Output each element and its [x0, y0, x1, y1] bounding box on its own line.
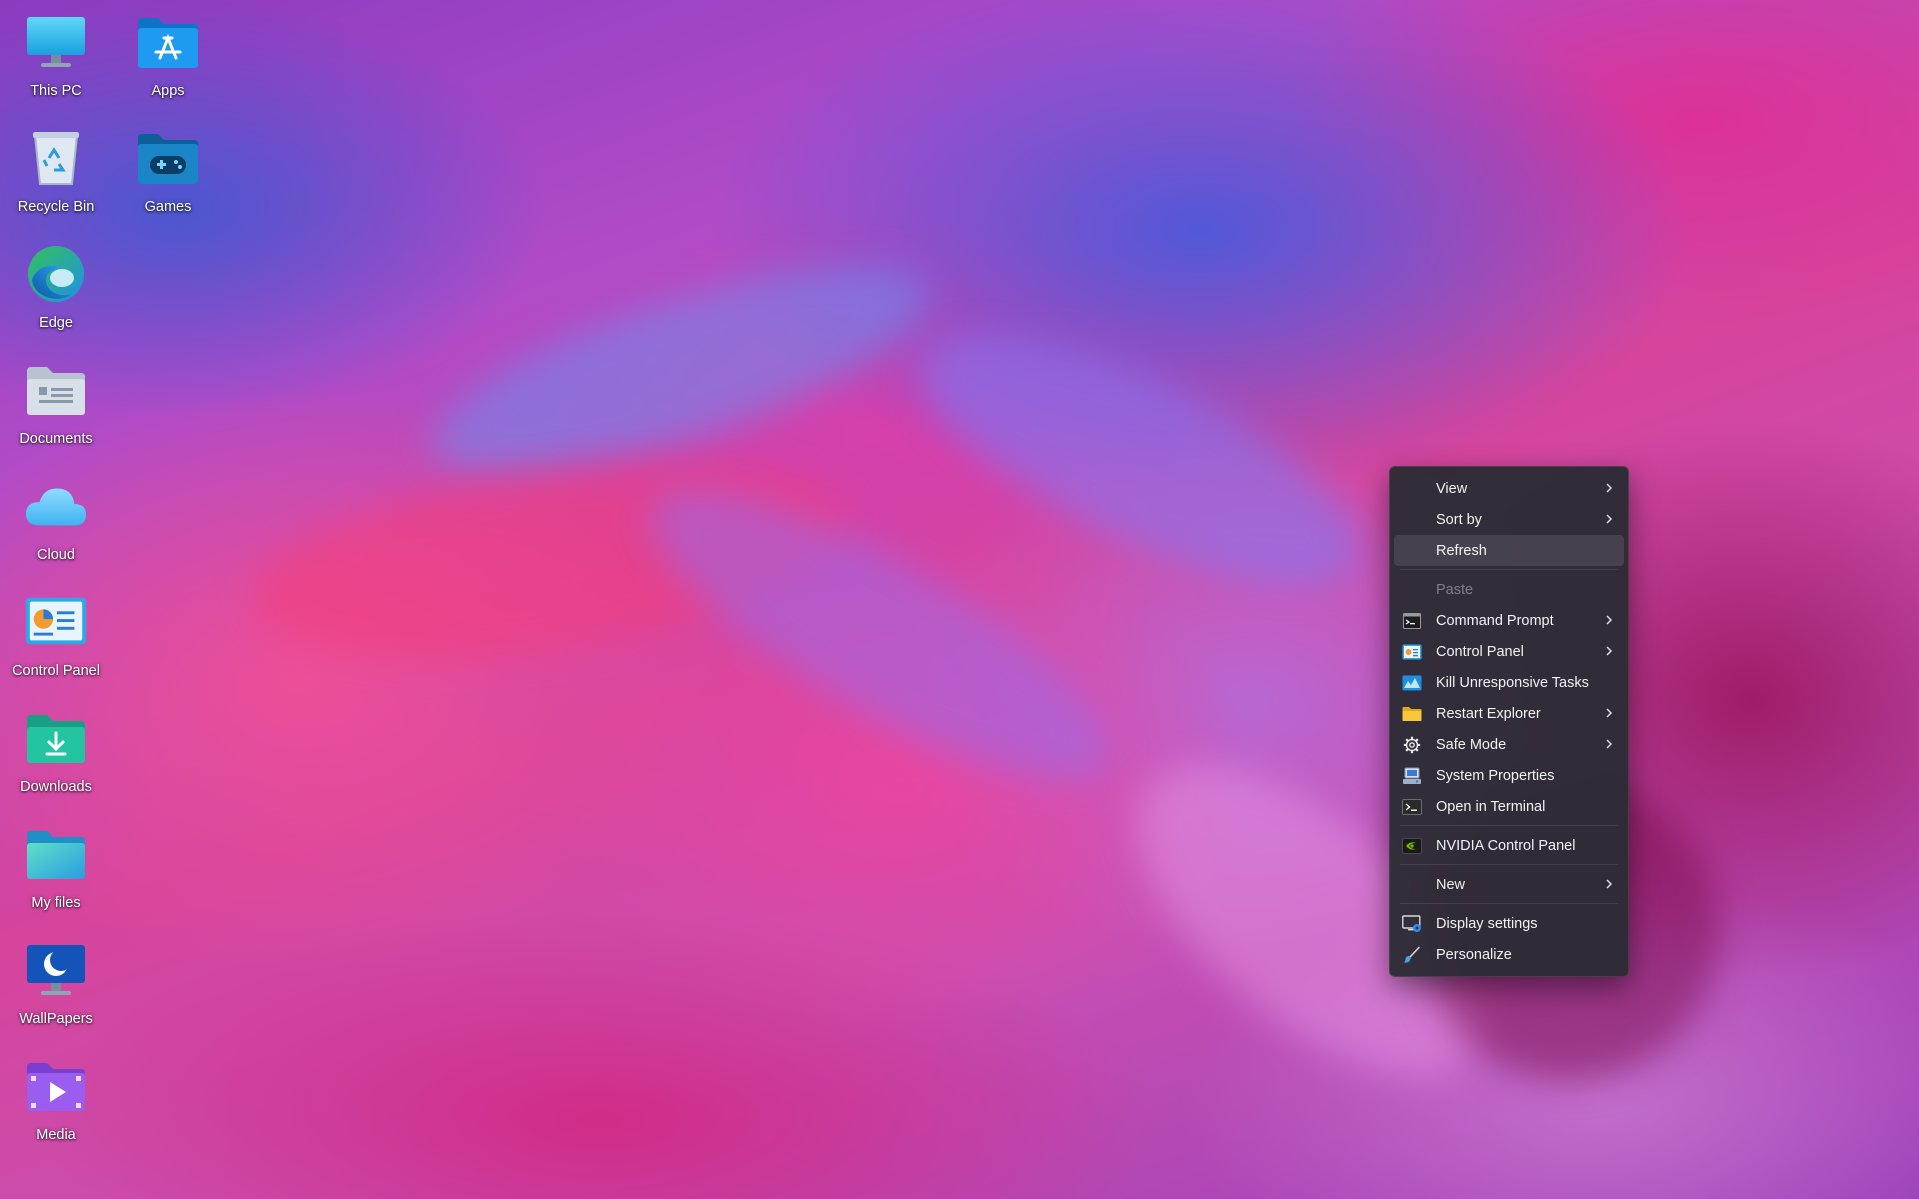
media-folder-icon — [24, 1054, 88, 1118]
wallpaper-streak — [617, 440, 1143, 830]
app-store-folder-icon — [136, 10, 200, 74]
desktop-icon-wallpapers[interactable]: WallPapers — [4, 928, 108, 1036]
menu-item-nvidia-control-panel[interactable]: NVIDIA Control Panel — [1394, 830, 1624, 861]
terminal-icon — [1402, 797, 1422, 817]
cloud-icon — [24, 474, 88, 538]
desktop-icon-edge[interactable]: Edge — [4, 232, 108, 340]
menu-item-view[interactable]: View — [1394, 473, 1624, 504]
menu-item-restart-explorer[interactable]: Restart Explorer — [1394, 698, 1624, 729]
wallpaper-streak — [240, 429, 860, 691]
chevron-right-icon — [1606, 483, 1613, 493]
desktop-icon-media[interactable]: Media — [4, 1044, 108, 1152]
command-prompt-icon — [1402, 611, 1422, 631]
chevron-right-icon — [1606, 615, 1613, 625]
control-panel-icon — [24, 590, 88, 654]
desktop[interactable]: This PC Recycle Bin Edge Documents Cloud… — [0, 0, 1919, 1199]
menu-separator — [1400, 569, 1618, 570]
desktop-icon-label: Control Panel — [12, 663, 100, 679]
desktop-icon-recycle-bin[interactable]: Recycle Bin — [4, 116, 108, 224]
menu-item-kill-unresponsive-tasks[interactable]: Kill Unresponsive Tasks — [1394, 667, 1624, 698]
desktop-icon-control-panel[interactable]: Control Panel — [4, 580, 108, 688]
wallpapers-monitor-icon — [24, 938, 88, 1002]
edge-browser-icon — [24, 242, 88, 306]
desktop-icon-downloads[interactable]: Downloads — [4, 696, 108, 804]
menu-item-open-in-terminal[interactable]: Open in Terminal — [1394, 791, 1624, 822]
brush-icon — [1402, 945, 1422, 965]
desktop-icon-label: Edge — [39, 315, 73, 331]
menu-item-personalize[interactable]: Personalize — [1394, 939, 1624, 970]
monitor-icon — [24, 10, 88, 74]
desktop-icon-label: My files — [31, 895, 81, 911]
desktop-icon-games[interactable]: Games — [116, 116, 220, 224]
desktop-icon-label: Downloads — [20, 779, 92, 795]
menu-separator — [1400, 864, 1618, 865]
menu-item-label: Open in Terminal — [1436, 798, 1546, 815]
menu-item-label: Sort by — [1436, 511, 1482, 528]
menu-item-label: Display settings — [1436, 915, 1538, 932]
menu-item-label: View — [1436, 480, 1468, 497]
desktop-icon-label: Cloud — [37, 547, 75, 563]
desktop-icon-apps[interactable]: Apps — [116, 0, 220, 108]
menu-item-safe-mode[interactable]: Safe Mode — [1394, 729, 1624, 760]
chevron-right-icon — [1606, 879, 1613, 889]
menu-item-label: New — [1436, 876, 1466, 893]
desktop-icon-label: Apps — [151, 83, 185, 99]
desktop-icon-label: Media — [36, 1127, 76, 1143]
desktop-icon-my-files[interactable]: My files — [4, 812, 108, 920]
control-panel-icon — [1402, 642, 1422, 662]
desktop-icon-label: This PC — [30, 83, 82, 99]
desktop-icon-label: Games — [144, 199, 192, 215]
menu-item-label: Command Prompt — [1436, 612, 1554, 629]
desktop-context-menu: View Sort by Refresh Paste Command Promp… — [1389, 466, 1629, 977]
menu-item-new[interactable]: New — [1394, 869, 1624, 900]
games-folder-icon — [136, 126, 200, 190]
desktop-icon-label: Recycle Bin — [17, 199, 95, 215]
chevron-right-icon — [1606, 646, 1613, 656]
menu-item-system-properties[interactable]: System Properties — [1394, 760, 1624, 791]
menu-item-label: Refresh — [1436, 542, 1487, 559]
menu-item-label: Restart Explorer — [1436, 705, 1541, 722]
wallpaper-streak — [888, 286, 1392, 634]
menu-item-control-panel[interactable]: Control Panel — [1394, 636, 1624, 667]
gear-icon — [1402, 735, 1422, 755]
folder-icon — [1402, 704, 1422, 724]
nvidia-icon — [1402, 836, 1422, 856]
menu-item-label: Kill Unresponsive Tasks — [1436, 674, 1589, 691]
desktop-icon-documents[interactable]: Documents — [4, 348, 108, 456]
display-settings-icon — [1402, 914, 1422, 934]
folder-icon — [24, 822, 88, 886]
menu-separator — [1400, 903, 1618, 904]
menu-item-label: Personalize — [1436, 946, 1512, 963]
downloads-folder-icon — [24, 706, 88, 770]
menu-item-refresh[interactable]: Refresh — [1394, 535, 1624, 566]
desktop-icon-label: WallPapers — [19, 1011, 93, 1027]
menu-item-sort-by[interactable]: Sort by — [1394, 504, 1624, 535]
task-monitor-icon — [1402, 673, 1422, 693]
menu-item-label: Safe Mode — [1436, 736, 1507, 753]
wallpaper-streak — [411, 223, 949, 517]
desktop-icon-cloud[interactable]: Cloud — [4, 464, 108, 572]
system-properties-icon — [1402, 766, 1422, 786]
desktop-icon-this-pc[interactable]: This PC — [4, 0, 108, 108]
chevron-right-icon — [1606, 708, 1613, 718]
chevron-right-icon — [1606, 739, 1613, 749]
menu-item-display-settings[interactable]: Display settings — [1394, 908, 1624, 939]
desktop-icon-label: Documents — [19, 431, 93, 447]
chevron-right-icon — [1606, 514, 1613, 524]
documents-folder-icon — [24, 358, 88, 422]
menu-item-label: Paste — [1436, 581, 1474, 598]
menu-item-label: NVIDIA Control Panel — [1436, 837, 1576, 854]
menu-item-command-prompt[interactable]: Command Prompt — [1394, 605, 1624, 636]
menu-item-paste[interactable]: Paste — [1394, 574, 1624, 605]
recycle-bin-icon — [24, 126, 88, 190]
menu-item-label: Control Panel — [1436, 643, 1524, 660]
menu-separator — [1400, 825, 1618, 826]
menu-item-label: System Properties — [1436, 767, 1555, 784]
